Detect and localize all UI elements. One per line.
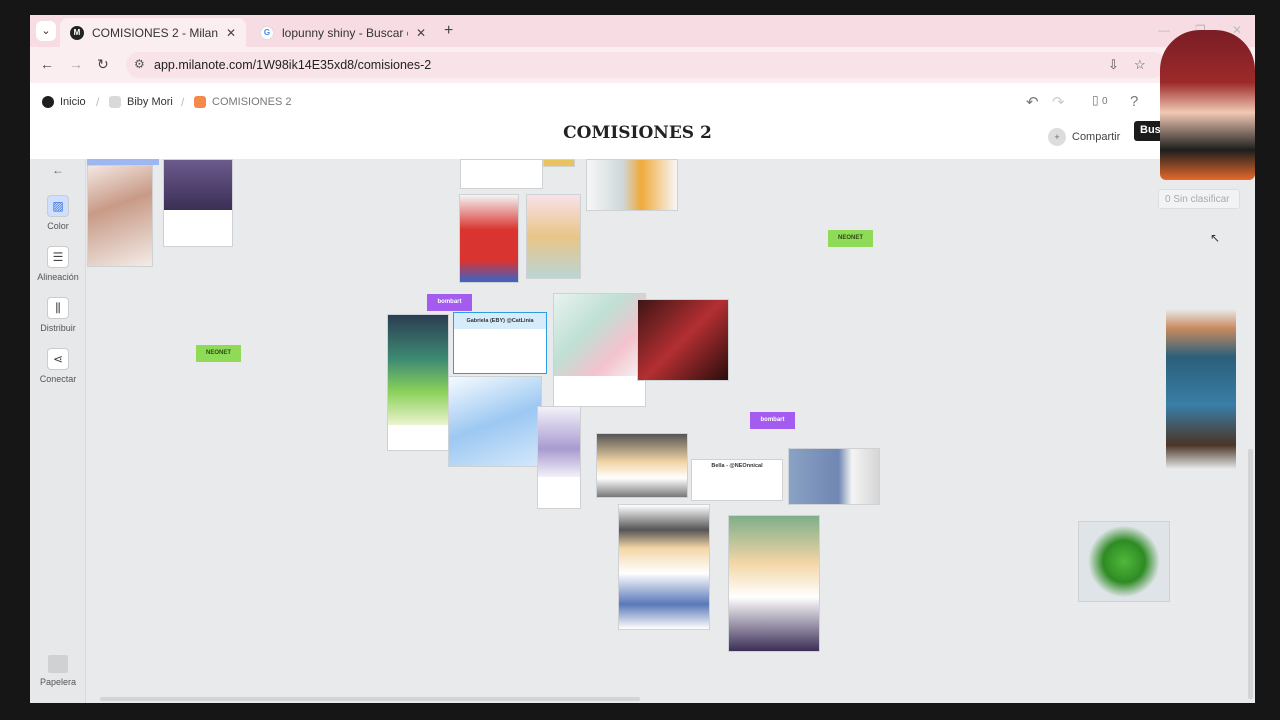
browser-window: ⌄ M COMISIONES 2 - Milanote ✕ G lopunny … [30,15,1255,703]
tool-connect[interactable]: ⋖ Conectar [30,348,86,384]
board-color-icon [194,96,206,108]
note-card-todo[interactable]: Bella - @NEOnnical [691,459,783,501]
tool-color[interactable]: ▨ Color [30,195,86,231]
artwork-image [164,160,232,210]
breadcrumb-home[interactable]: Inicio [42,96,86,108]
breadcrumb-separator: / [181,95,185,109]
tag-label-green[interactable]: NEONET [828,230,873,247]
note-card[interactable] [460,159,543,189]
note-card[interactable] [537,406,581,509]
browser-toolbar: ← → ↻ ⚙ app.milanote.com/1W98ik14E35xd8/… [30,47,1255,83]
breadcrumb-biby-mori[interactable]: Biby Mori [109,96,173,108]
selection-highlight [87,159,159,165]
close-tab-icon[interactable]: ✕ [416,26,426,40]
share-button[interactable]: + Compartir [1048,128,1120,146]
tab-google[interactable]: G lopunny shiny - Buscar con Goo ✕ [250,18,436,47]
bookmark-star-icon[interactable]: ☆ [1134,57,1146,73]
vertical-scrollbar[interactable] [1248,449,1253,699]
artwork-image[interactable] [618,504,710,630]
trash-label: Papelera [39,677,77,687]
back-icon[interactable]: ← [40,56,54,72]
milanote-header: Inicio / Biby Mori / COMISIONES 2 COMISI… [30,83,1255,159]
note-card[interactable] [553,293,646,407]
tab-title: lopunny shiny - Buscar con Goo [282,25,408,40]
tool-label: Color [47,221,69,231]
trash-button[interactable]: Papelera [30,655,86,687]
address-bar[interactable]: ⚙ app.milanote.com/1W98ik14E35xd8/comisi… [126,52,1166,78]
tool-distribute[interactable]: ⫼ Distribuir [30,297,86,333]
collapse-sidebar-icon[interactable]: ← [52,163,64,177]
tool-align[interactable]: ☰ Alineación [30,246,86,282]
install-app-icon[interactable]: ⇩ [1108,57,1119,73]
note-card[interactable] [448,376,542,467]
device-sync-icon[interactable]: ▯ 0 [1092,93,1108,107]
distribute-icon: ⫼ [47,297,69,319]
artwork-image[interactable] [87,165,153,267]
breadcrumb-label: Biby Mori [127,96,173,108]
milanote-logo-icon [42,96,54,108]
artwork-image[interactable] [1166,309,1236,469]
card-title: Gabriela (EBY) @CatLinia [454,313,546,329]
artwork-image [554,294,645,376]
redo-icon[interactable]: ↷ [1052,93,1065,111]
artwork-image[interactable] [543,159,575,167]
help-icon[interactable]: ? [1130,93,1138,110]
mouse-cursor-icon: ↖ [1210,231,1221,245]
tab-search-button[interactable]: ⌄ [36,21,56,41]
tag-label-green[interactable]: NEONET [196,345,241,362]
minimize-icon[interactable]: — [1158,23,1170,37]
tool-label: Conectar [39,374,77,384]
tool-label: Distribuir [40,323,76,333]
artwork-image[interactable] [526,194,581,279]
undo-icon[interactable]: ↶ [1026,93,1039,111]
note-card-todo[interactable]: Gabriela (EBY) @CatLinia [453,312,547,374]
tag-label-purple[interactable]: bombart [427,294,472,311]
share-label: Compartir [1072,131,1121,143]
artwork-image [538,407,580,477]
site-info-icon[interactable]: ⚙ [134,57,145,71]
milanote-favicon-icon: M [70,25,84,40]
artwork-image[interactable] [637,299,729,381]
device-count: 0 [1101,96,1108,107]
note-card[interactable] [163,159,233,247]
artwork-image[interactable] [586,159,678,211]
tool-sidebar: ← ▨ Color ☰ Alineación ⫼ Distribuir ⋖ Co… [30,159,86,703]
artwork-image [449,377,541,466]
google-favicon-icon: G [260,25,274,40]
new-tab-icon[interactable]: + [444,22,453,40]
board-color-icon [109,96,121,108]
tab-strip: ⌄ M COMISIONES 2 - Milanote ✕ G lopunny … [30,15,1255,47]
horizontal-scrollbar[interactable] [100,697,640,701]
board-canvas[interactable]: ← ▨ Color ☰ Alineación ⫼ Distribuir ⋖ Co… [30,159,1255,703]
breadcrumb-comisiones[interactable]: COMISIONES 2 [194,96,291,108]
card-title: Bella - @NEOnnical [711,463,763,469]
tool-label: Alineación [37,272,79,282]
artwork-image[interactable] [728,515,820,652]
artwork-image[interactable] [459,194,519,283]
connect-icon: ⋖ [47,348,69,370]
add-person-icon: + [1048,128,1066,146]
streamer-avatar-overlay [1160,30,1255,180]
artwork-image [388,315,448,425]
forward-icon[interactable]: → [69,56,83,72]
tab-title: COMISIONES 2 - Milanote [92,25,218,40]
close-tab-icon[interactable]: ✕ [226,26,236,40]
color-swatch-icon: ▨ [47,195,69,217]
breadcrumb-label: COMISIONES 2 [212,96,292,108]
artwork-image[interactable] [788,448,880,505]
artwork-image[interactable] [1078,521,1170,602]
align-icon: ☰ [47,246,69,268]
breadcrumb-separator: / [96,95,100,109]
artwork-image[interactable] [596,433,688,498]
unsorted-notes-button[interactable]: 0 Sin clasificar [1158,189,1240,209]
trash-icon [48,655,68,673]
breadcrumb-label: Inicio [60,96,86,108]
note-card[interactable] [387,314,449,451]
tag-label-purple[interactable]: bombart [750,412,795,429]
url-text: app.milanote.com/1W98ik14E35xd8/comision… [154,58,432,72]
reload-icon[interactable]: ↻ [97,56,109,73]
tab-milanote[interactable]: M COMISIONES 2 - Milanote ✕ [60,18,246,47]
